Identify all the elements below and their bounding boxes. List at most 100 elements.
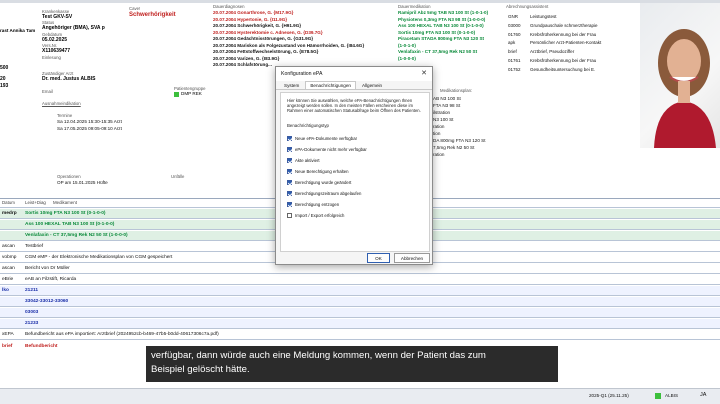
plan-item: N3 100 St	[433, 117, 454, 122]
abrechnung-row[interactable]: brief Arztbrief, Pseudoziffer	[506, 48, 638, 57]
plan-item: ration	[433, 124, 445, 129]
patient-panel: Krankenkasse Test GKV-SV rast Annika Tam…	[0, 3, 125, 198]
termin-row[interactable]: Sa 17.05.2025 09:05-09:10 Arzt	[57, 126, 122, 132]
kartei-row[interactable]: 03003	[0, 308, 720, 319]
abrechnung-row[interactable]: 03000 Grundpauschale schmerztherapie	[506, 22, 638, 31]
diagnose-item[interactable]: 20.07.2004 Gonarthrose, G. {M17.9G}	[213, 10, 293, 16]
checkbox-checked[interactable]	[287, 157, 292, 163]
termine-label: Termine	[57, 113, 73, 118]
diagnose-item[interactable]: 20.07.2004 Varizen, G. {I83.9G}	[213, 56, 279, 62]
versnr-value: X110639477	[42, 48, 71, 54]
presenter-video	[640, 3, 720, 148]
col-datum[interactable]: Datum	[0, 200, 25, 207]
option-neue-dokumente[interactable]: Neue ePA-Dokumente verfügbar	[287, 133, 423, 144]
subtitle-line-2: Beispiel gelöscht hätte.	[151, 364, 250, 375]
abrechnung-row[interactable]: 01761 Krebsfrüherkennung bei der Frau	[506, 57, 638, 66]
medication-item[interactable]: (1-0-0-0)	[398, 56, 416, 62]
medication-item[interactable]: Physiotens 0,3mg FTA N3 98 St (1-0-0-0)	[398, 17, 485, 23]
checkbox-checked[interactable]	[287, 146, 292, 152]
diagnose-item[interactable]: 20.07.2004 Gedächtnisstörungen, G. {G31.…	[213, 36, 313, 42]
patient-name: rast Annika Tam	[0, 28, 36, 33]
arzt-value[interactable]: Dr. med. Justus ALBIS	[42, 76, 95, 82]
group-color-marker	[174, 92, 179, 97]
medikationsplan-list[interactable]: AB N3 100 St FTA N3 98 St ilstration N3 …	[433, 96, 503, 186]
dialog-tabs: System Benachrichtigungen Allgemein	[276, 81, 432, 90]
dauermedikation-label: Dauermedikation	[398, 4, 431, 9]
subtitle-line-1: verfügbar, dann würde auch eine Meldung …	[151, 350, 486, 361]
plan-item: FTA N3 98 St	[433, 103, 461, 108]
kartei-row[interactable]: eBrie eAB an Filzstift, Ricarda	[0, 275, 720, 286]
status-quarter: 2025-Q1 (25.11.25)	[589, 393, 629, 398]
dialog-title-bar[interactable]: Konfiguration ePA ✕	[276, 67, 432, 81]
status-user: ALBIS	[665, 393, 679, 398]
patientengruppe-tags[interactable]: DMP REK	[181, 91, 202, 96]
diagnose-item[interactable]: 20.07.2004 Schwerhörigkeit, G. {H91.9G}	[213, 23, 301, 29]
status-value: Angehöriger (BMA), SVA p	[42, 25, 105, 31]
termin-row[interactable]: Sa 12.04.2025 15:30-15:35 Arzt	[57, 119, 122, 125]
medication-item[interactable]: Sortis 10mg FTA N3 100 St (0-1-0-0)	[398, 30, 475, 36]
abrechnung-row[interactable]: GNR Leistungstest	[506, 13, 638, 22]
medikationsplan-label: Medikationsplan:	[440, 88, 473, 93]
option-akte-aktiviert[interactable]: Akte aktiviert	[287, 155, 423, 166]
diagnose-item[interactable]: 20.07.2004 Hypertonie, G. {I11.9G}	[213, 17, 287, 23]
dialog-description: Hier können Sie auswählen, welche ePA-Be…	[287, 98, 421, 114]
left-number: 500	[0, 65, 9, 71]
option-neue-berechtigung[interactable]: Neue Berechtigung erhalten	[287, 166, 423, 177]
kartei-row[interactable]: lko 21211	[0, 286, 720, 297]
tab-system[interactable]: System	[279, 81, 304, 89]
diagnose-item[interactable]: 20.07.2004 Schlafstörung...	[213, 62, 272, 68]
abrechnung-row[interactable]: 01752 Gesundheitsuntersuchung bei E.	[506, 66, 638, 75]
checkbox-checked[interactable]	[287, 179, 292, 185]
medication-item[interactable]: Venlafaxin - CT 37,5mg Rek N2 50 St	[398, 49, 477, 55]
abrechnung-label: Abrechnungsassistent	[506, 4, 549, 9]
operationen-value[interactable]: OP am 15.01.2025 Hüfte	[57, 180, 108, 186]
dauermedikation-list[interactable]: Ramipril Abz 5mg TAB N3 100 St (1-0-1-0)…	[398, 10, 502, 70]
option-berechtigung-entzogen[interactable]: Berechtigung entzogen	[287, 199, 423, 210]
tab-allgemein[interactable]: Allgemein	[357, 81, 387, 89]
plan-item: 7,5mg Rek N2 50 St	[433, 145, 475, 150]
diagnose-item[interactable]: 20.07.2004 Hysterektomie c. Adnexen, G. …	[213, 30, 323, 36]
checkbox-checked[interactable]	[287, 201, 292, 207]
ausnahme-label[interactable]: Ausnahmeindikation	[42, 101, 81, 106]
abrechnung-list[interactable]: GNR Leistungstest 03000 Grundpauschale sch…	[506, 13, 638, 81]
plan-item: ilstration	[433, 110, 451, 115]
section-label: Benachrichtigungstyp	[287, 122, 329, 128]
cancel-button[interactable]: Abbrechen	[394, 253, 430, 263]
kartei-row[interactable]: ascan Bericht von Dr Müller	[0, 264, 720, 275]
cave-value[interactable]: Schwerhörigkeit	[129, 12, 176, 18]
abrechnung-row[interactable]: apk Persönlicher Arzt-Patienten-Kontakt	[506, 39, 638, 48]
col-leistdiag[interactable]: Leist+Diag	[25, 200, 53, 207]
kartei-row[interactable]: 33042-33012-33060	[0, 297, 720, 308]
checkbox-checked[interactable]	[287, 190, 292, 196]
abrechnung-row[interactable]: 01760 Krebsfrüherkennung bei der Frau	[506, 31, 638, 40]
close-icon[interactable]: ✕	[421, 69, 427, 77]
cave-label: Cave!	[129, 6, 141, 11]
medication-item[interactable]: Ramipril Abz 5mg TAB N3 100 St (1-0-1-0)	[398, 10, 488, 16]
option-berechtigung-geaendert[interactable]: Berechtigung wurde geändert	[287, 177, 423, 188]
diagnose-item[interactable]: 20.07.2004 Mariskon als Folgezustand von…	[213, 43, 364, 49]
checkbox-unchecked[interactable]	[287, 212, 292, 218]
einlesung-label: Einlesung	[42, 55, 61, 60]
medication-item[interactable]: Piracetam STADA 800mg FTA N3 120 St	[398, 36, 484, 42]
option-import-export[interactable]: Import / Export erfolgreich	[287, 210, 423, 221]
medication-item[interactable]: Ass 100 HEXAL TAB N3 100 St (0-1-0-0)	[398, 23, 484, 29]
plan-item: AB N3 100 St	[433, 96, 461, 101]
col-medikament[interactable]: Medikament	[53, 200, 77, 207]
plan-item: DA 800mg FTA N3 120 St	[433, 138, 486, 143]
dialog-title: Konfiguration ePA	[281, 71, 323, 77]
option-berechtigung-abgelaufen[interactable]: Berechtigungszeitraum abgelaufen	[287, 188, 423, 199]
checkbox-checked[interactable]	[287, 135, 292, 141]
email-label: Email	[42, 89, 53, 94]
medication-item[interactable]: (1-0-1-0)	[398, 43, 416, 49]
option-dokumente-nicht-verfuegbar[interactable]: ePA-Dokumente nicht mehr verfügbar	[287, 144, 423, 155]
operationen-label: Operationen	[57, 174, 81, 179]
plan-item: ration	[433, 152, 445, 157]
diagnose-item[interactable]: 20.07.2004 Fettstoffwechselstörung, G. {…	[213, 49, 318, 55]
ok-button[interactable]: OK	[367, 253, 390, 263]
kartei-row[interactable]: 21233	[0, 319, 720, 330]
checkbox-checked[interactable]	[287, 168, 292, 174]
tab-benachrichtigungen[interactable]: Benachrichtigungen	[305, 81, 356, 89]
dialog-body: Hier können Sie auswählen, welche ePA-Be…	[280, 92, 430, 252]
kartei-row[interactable]: xEPA Befundbericht aus ePA importiert: Ar…	[0, 330, 720, 341]
status-bar: 2025-Q1 (25.11.25) ALBIS JA	[0, 388, 720, 404]
